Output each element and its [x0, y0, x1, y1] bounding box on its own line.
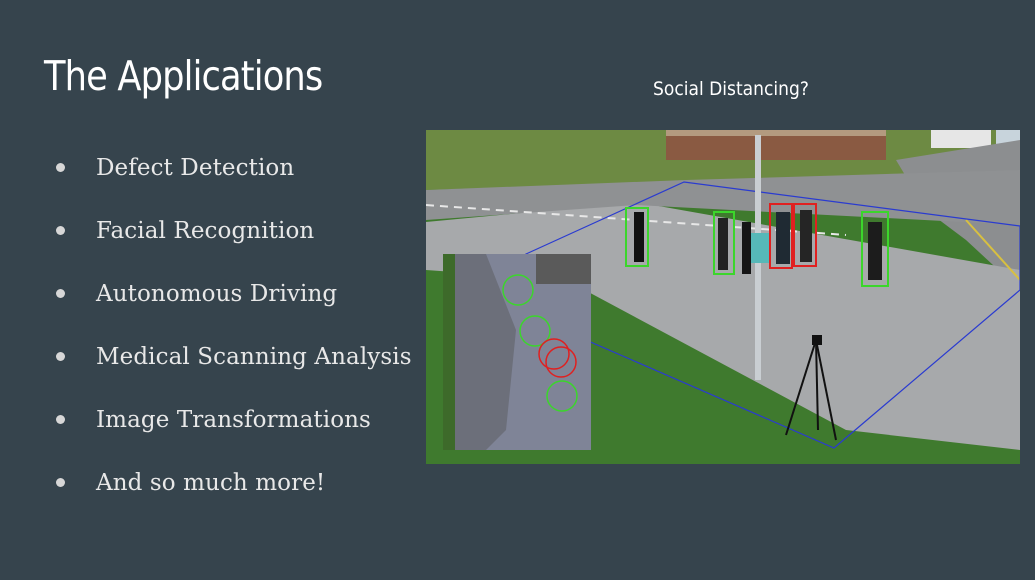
slide-title: The Applications: [44, 52, 323, 100]
parked-car: [931, 130, 991, 148]
bullet-text: Defect Detection: [96, 154, 295, 181]
bullet-list: Defect Detection Facial Recognition Auto…: [56, 136, 412, 514]
bullet-text: Image Transformations: [96, 406, 371, 433]
social-distancing-image: [426, 130, 1020, 464]
bullet-dot-icon: [56, 352, 65, 361]
surveillance-scene: [426, 130, 1020, 464]
bullet-text: Medical Scanning Analysis: [96, 343, 412, 370]
bullet-dot-icon: [56, 478, 65, 487]
bullet-dot-icon: [56, 415, 65, 424]
birds-eye-inset: [443, 254, 591, 450]
bullet-dot-icon: [56, 289, 65, 298]
bullet-item: Defect Detection: [56, 136, 412, 199]
bullet-text: Facial Recognition: [96, 217, 315, 244]
bullet-item: And so much more!: [56, 451, 412, 514]
bullet-dot-icon: [56, 226, 65, 235]
bullet-item: Autonomous Driving: [56, 262, 412, 325]
bullet-text: And so much more!: [96, 469, 326, 496]
bullet-item: Medical Scanning Analysis: [56, 325, 412, 388]
bullet-dot-icon: [56, 163, 65, 172]
bullet-item: Image Transformations: [56, 388, 412, 451]
bullet-item: Facial Recognition: [56, 199, 412, 262]
person: [742, 222, 751, 274]
bullet-text: Autonomous Driving: [96, 280, 338, 307]
image-caption: Social Distancing?: [653, 78, 809, 100]
